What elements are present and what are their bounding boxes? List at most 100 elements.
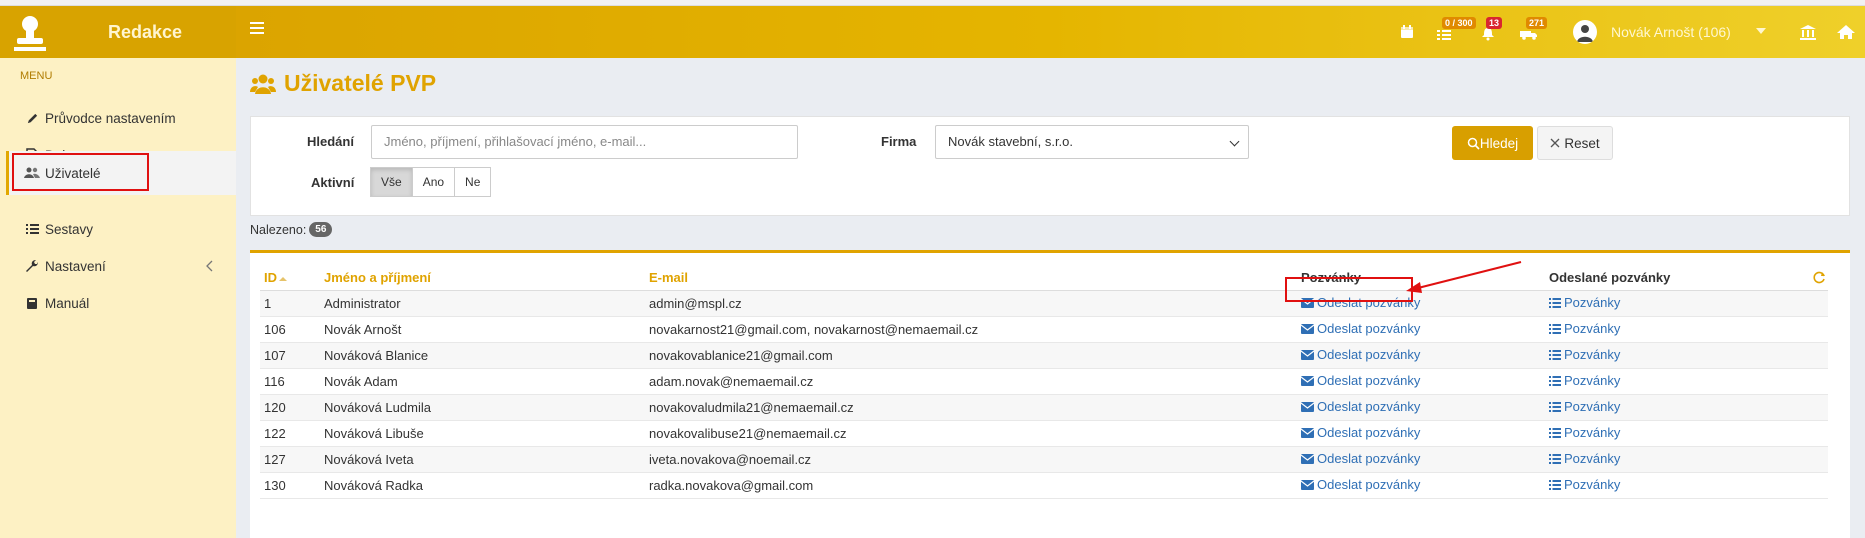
active-option-all[interactable]: Vše	[370, 167, 413, 197]
sent-invites-link[interactable]: Pozvánky	[1549, 425, 1620, 440]
send-invites-label: Odeslat pozvánky	[1317, 347, 1421, 363]
sort-asc-icon	[279, 276, 287, 281]
envelope-icon	[1301, 349, 1314, 360]
table-row: 120 Nováková Ludmila novakovaludmila21@nem…	[260, 394, 1828, 421]
book-icon	[24, 295, 40, 311]
cell-id: 106	[260, 316, 320, 343]
list-icon	[1549, 428, 1561, 438]
column-header-name[interactable]: Jméno a příjmení	[320, 265, 645, 291]
column-header-email[interactable]: E-mail	[645, 265, 1297, 291]
send-invites-label: Odeslat pozvánky	[1317, 373, 1421, 389]
cell-id: 120	[260, 394, 320, 421]
stamp-logo-icon	[14, 16, 46, 51]
cell-send-invites: Odeslat pozvánky	[1297, 342, 1545, 369]
envelope-icon	[1301, 375, 1314, 386]
sidebar-item-label: Nastavení	[45, 258, 106, 274]
sent-invites-label: Pozvánky	[1564, 425, 1621, 440]
list-icon	[1549, 324, 1561, 334]
send-invites-link[interactable]: Odeslat pozvánky	[1301, 399, 1420, 414]
cell-name: Nováková Radka	[320, 472, 645, 499]
send-invites-link[interactable]: Odeslat pozvánky	[1301, 347, 1420, 362]
sent-invites-link[interactable]: Pozvánky	[1549, 347, 1620, 362]
active-toggle-group: Vše Ano Ne	[370, 167, 492, 197]
cell-sent-invites: Pozvánky	[1545, 446, 1828, 473]
send-invites-link[interactable]: Odeslat pozvánky	[1301, 373, 1420, 388]
column-header-id[interactable]: ID	[260, 265, 320, 291]
sent-invites-link[interactable]: Pozvánky	[1549, 321, 1620, 336]
refresh-icon[interactable]	[1813, 271, 1826, 284]
user-name[interactable]: Novák Arnošt (106)	[1611, 24, 1731, 40]
cell-send-invites: Odeslat pozvánky	[1297, 420, 1545, 447]
filter-panel: Hledání Jméno, příjmení, přihlašovací jm…	[250, 116, 1850, 216]
sent-invites-label: Pozvánky	[1564, 399, 1621, 414]
close-icon	[1550, 138, 1560, 148]
cell-name: Nováková Libuše	[320, 420, 645, 447]
table-row: 107 Nováková Blanice novakovablanice21@gma…	[260, 342, 1828, 369]
send-invites-link[interactable]: Odeslat pozvánky	[1301, 451, 1420, 466]
sidebar-item-label: Manuál	[45, 295, 90, 311]
send-invites-link[interactable]: Odeslat pozvánky	[1301, 425, 1420, 440]
bank-icon[interactable]	[1796, 20, 1820, 44]
table-row: 106 Novák Arnošt novakarnost21@gmail.com, …	[260, 316, 1828, 343]
sent-invites-link[interactable]: Pozvánky	[1549, 373, 1620, 388]
cell-email: novakovalibuse21@nemaemail.cz	[645, 420, 1297, 447]
sent-invites-label: Pozvánky	[1564, 373, 1621, 388]
cell-email: novakovablanice21@gmail.com	[645, 342, 1297, 369]
sidebar-item-manual[interactable]: Manuál	[6, 281, 236, 325]
brand[interactable]: Redakce	[0, 6, 236, 58]
table-row: 130 Nováková Radka radka.novakova@gmail.co…	[260, 472, 1828, 499]
hamburger-menu-icon[interactable]	[250, 22, 264, 34]
list-icon	[1549, 298, 1561, 308]
active-option-yes[interactable]: Ano	[411, 167, 456, 197]
reset-button-label: Reset	[1564, 135, 1600, 151]
user-menu-caret-icon[interactable]	[1756, 28, 1766, 34]
sent-invites-link[interactable]: Pozvánky	[1549, 451, 1620, 466]
active-label: Aktivní	[311, 175, 355, 190]
user-avatar-icon	[1577, 25, 1593, 42]
send-invites-link[interactable]: Odeslat pozvánky	[1301, 477, 1420, 492]
users-icon	[250, 74, 276, 94]
sent-invites-link[interactable]: Pozvánky	[1549, 295, 1620, 310]
results-count-label: Nalezeno:	[250, 222, 307, 237]
cell-sent-invites: Pozvánky	[1545, 394, 1828, 421]
tasks-nav[interactable]: 0 / 300	[1432, 17, 1476, 44]
company-label: Firma	[881, 134, 917, 149]
cell-email: radka.novakova@gmail.com	[645, 472, 1297, 499]
envelope-icon	[1301, 453, 1314, 464]
cell-id: 116	[260, 368, 320, 395]
sent-invites-label: Pozvánky	[1564, 451, 1621, 466]
annotation-arrow-icon	[1406, 261, 1522, 293]
cell-send-invites: Odeslat pozvánky	[1297, 368, 1545, 395]
search-icon	[1467, 137, 1480, 150]
home-icon[interactable]	[1834, 20, 1858, 44]
send-invites-link[interactable]: Odeslat pozvánky	[1301, 321, 1420, 336]
cell-sent-invites: Pozvánky	[1545, 316, 1828, 343]
brand-name: Redakce	[108, 22, 183, 42]
table-row: 127 Nováková Iveta iveta.novakova@noemail.…	[260, 446, 1828, 473]
search-input[interactable]: Jméno, příjmení, přihlašovací jméno, e-m…	[371, 125, 798, 159]
company-select[interactable]: Novák stavební, s.r.o.	[935, 125, 1249, 159]
sidebar-item-label: Sestavy	[45, 221, 94, 237]
chevron-left-icon[interactable]	[206, 260, 214, 272]
search-button[interactable]: Hledej	[1452, 126, 1533, 160]
table-row: 122 Nováková Libuše novakovalibuse21@nemae…	[260, 420, 1828, 447]
table-row: 116 Novák Adam adam.novak@nemaemail.cz Odes…	[260, 368, 1828, 395]
sent-invites-link[interactable]: Pozvánky	[1549, 399, 1620, 414]
cell-send-invites: Odeslat pozvánky	[1297, 316, 1545, 343]
results-count: Nalezeno: 56	[250, 222, 333, 237]
reset-button[interactable]: Reset	[1537, 126, 1613, 160]
cell-name: Nováková Blanice	[320, 342, 645, 369]
cell-name: Nováková Iveta	[320, 446, 645, 473]
avatar[interactable]	[1573, 20, 1597, 44]
cell-email: iveta.novakova@noemail.cz	[645, 446, 1297, 473]
top-header: Redakce 0 / 300 13 271 Novák Arnošt (106…	[0, 6, 1865, 58]
chevron-down-icon	[1229, 136, 1240, 147]
calendar-icon[interactable]	[1395, 20, 1419, 44]
search-label: Hledání	[307, 134, 354, 149]
page-title: Uživatelé PVP	[250, 70, 436, 97]
sent-invites-link[interactable]: Pozvánky	[1549, 477, 1620, 492]
sent-invites-label: Pozvánky	[1564, 295, 1621, 310]
navbar: 0 / 300 13 271 Novák Arnošt (106)	[236, 6, 1865, 58]
active-option-no[interactable]: Ne	[454, 167, 492, 197]
sidebar: MENU Průvodce nastavením Dokumenty Uživa…	[0, 58, 236, 538]
